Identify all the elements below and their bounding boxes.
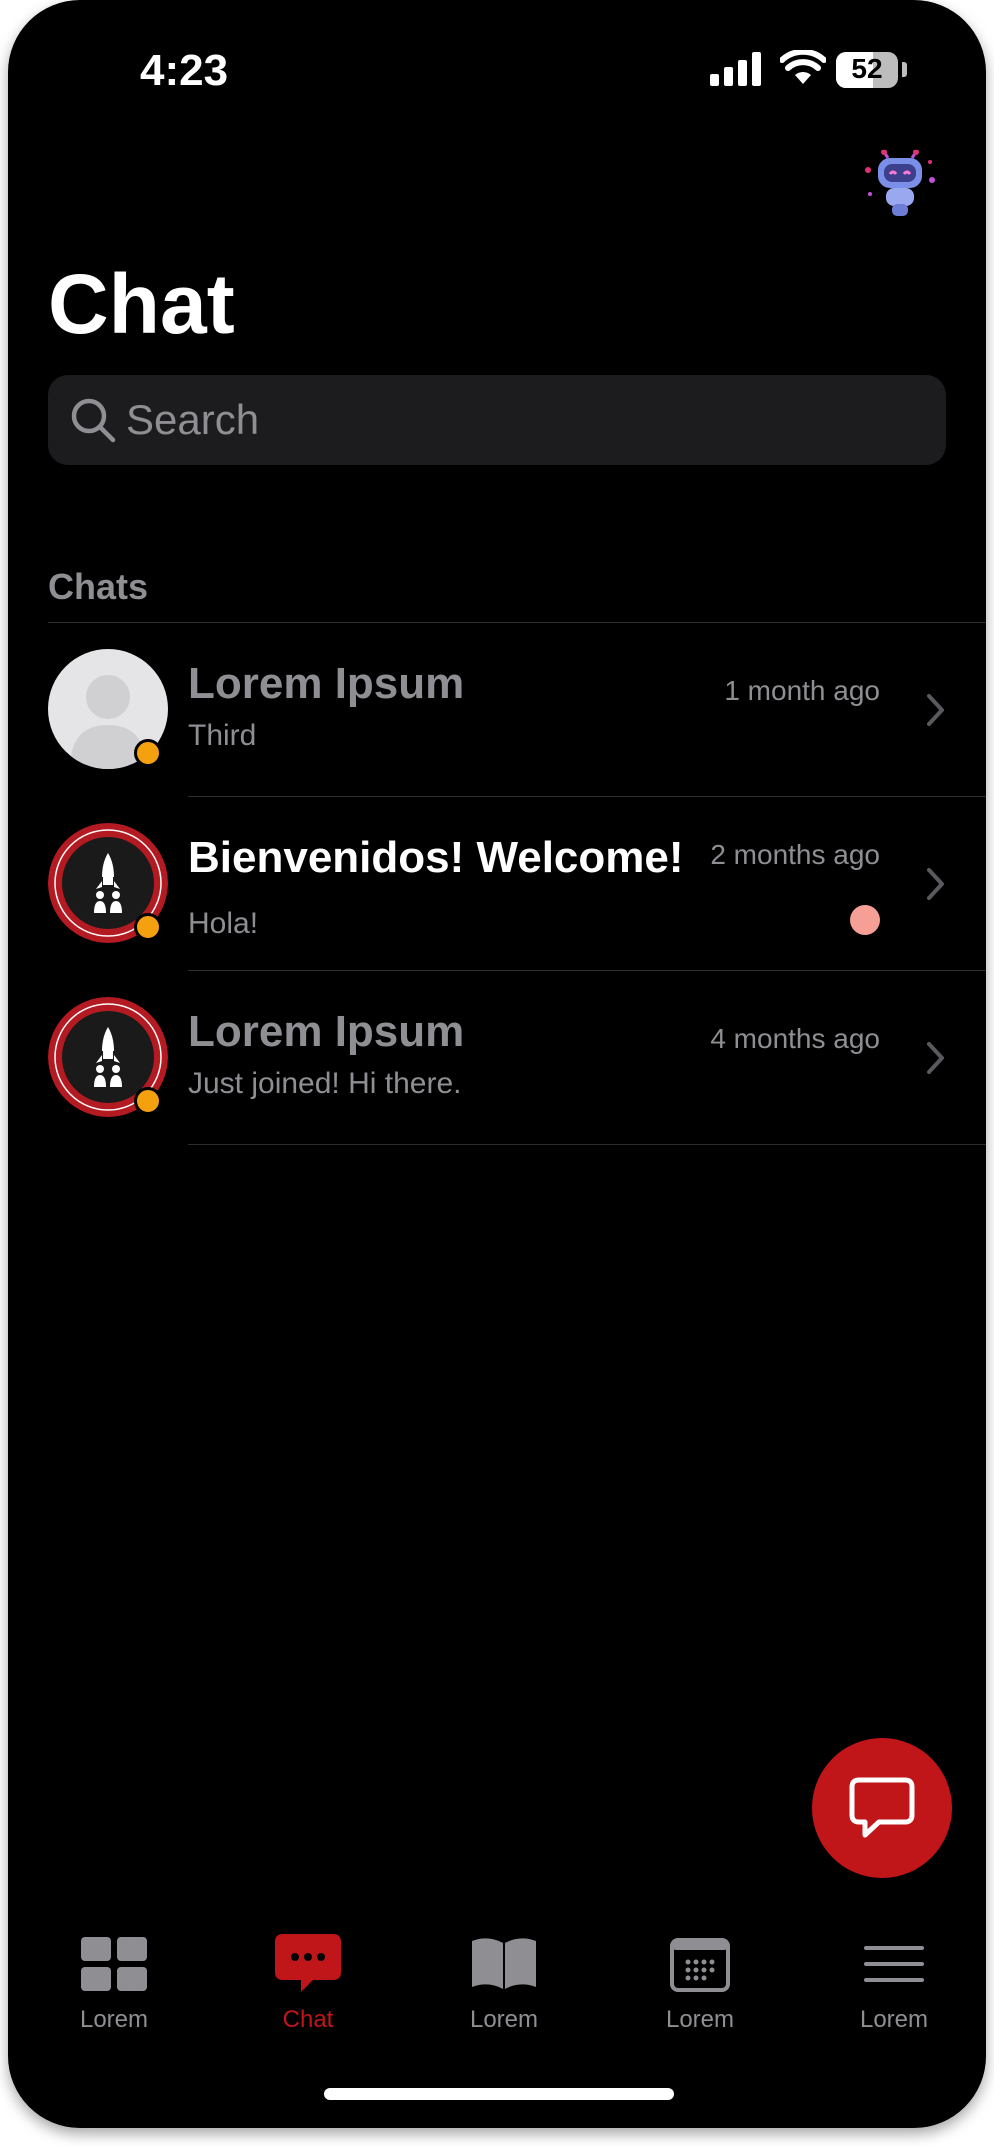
unread-indicator [850, 905, 880, 935]
chat-name: Lorem Ipsum [188, 659, 465, 708]
chat-time: 4 months ago [710, 1023, 880, 1054]
tab-library[interactable]: Lorem [434, 1930, 574, 2034]
chevron-right-icon [927, 1042, 944, 1074]
search-icon [71, 398, 116, 443]
search-bar[interactable] [48, 375, 946, 465]
tab-label: Chat [282, 2006, 334, 2033]
tab-label: Lorem [79, 2006, 149, 2033]
tab-label: Lorem [469, 2006, 539, 2033]
cellular-signal-icon [710, 52, 761, 86]
wifi-icon [780, 50, 826, 84]
chevron-right-icon [927, 868, 944, 900]
chat-preview: Hola! [188, 907, 259, 940]
chat-row[interactable]: Lorem Ipsum 1 month ago Third [8, 623, 986, 797]
new-chat-button[interactable] [812, 1738, 952, 1878]
battery-indicator: 52 [836, 52, 898, 88]
section-header-chats: Chats [48, 566, 149, 607]
chat-preview: Third [188, 719, 257, 752]
chat-name: Bienvenidos! Welcome! [188, 833, 684, 882]
divider [188, 1144, 986, 1145]
chat-bubble-icon [275, 1934, 341, 1992]
tab-chat[interactable]: Chat [238, 1930, 378, 2034]
phone-screen: 4:23 52 Chat Search Chats Lorem Ipsum 1 … [8, 0, 986, 2128]
chat-preview: Just joined! Hi there. [188, 1067, 462, 1100]
status-dot [134, 913, 162, 941]
tab-label: Lorem [665, 2006, 735, 2033]
menu-icon [864, 1946, 924, 1982]
new-message-icon [849, 1777, 915, 1838]
tab-bar: Lorem Chat Lorem Lorem Lorem [8, 1930, 986, 2050]
grid-icon [81, 1937, 147, 1991]
chat-time: 1 month ago [724, 675, 880, 706]
tab-home[interactable]: Lorem [44, 1930, 184, 2034]
home-indicator[interactable] [324, 2088, 674, 2100]
tab-menu[interactable]: Lorem [824, 1930, 964, 2034]
search-input[interactable] [126, 375, 906, 465]
battery-cap [902, 62, 907, 77]
battery-level: 52 [851, 53, 883, 84]
chat-time: 2 months ago [710, 839, 880, 870]
chat-name: Lorem Ipsum [188, 1007, 465, 1056]
status-time: 4:23 [140, 46, 229, 95]
robot-assistant-icon[interactable] [860, 150, 940, 220]
chat-row[interactable]: Bienvenidos! Welcome! 2 months ago Hola! [8, 797, 986, 971]
chevron-right-icon [927, 694, 944, 726]
chat-row[interactable]: Lorem Ipsum 4 months ago Just joined! Hi… [8, 971, 986, 1145]
status-dot [134, 1087, 162, 1115]
page-title: Chat [48, 257, 235, 351]
tab-calendar[interactable]: Lorem [630, 1930, 770, 2034]
status-dot [134, 739, 162, 767]
calendar-icon [670, 1938, 730, 1992]
book-icon [472, 1938, 536, 1989]
tab-label: Lorem [859, 2006, 929, 2033]
